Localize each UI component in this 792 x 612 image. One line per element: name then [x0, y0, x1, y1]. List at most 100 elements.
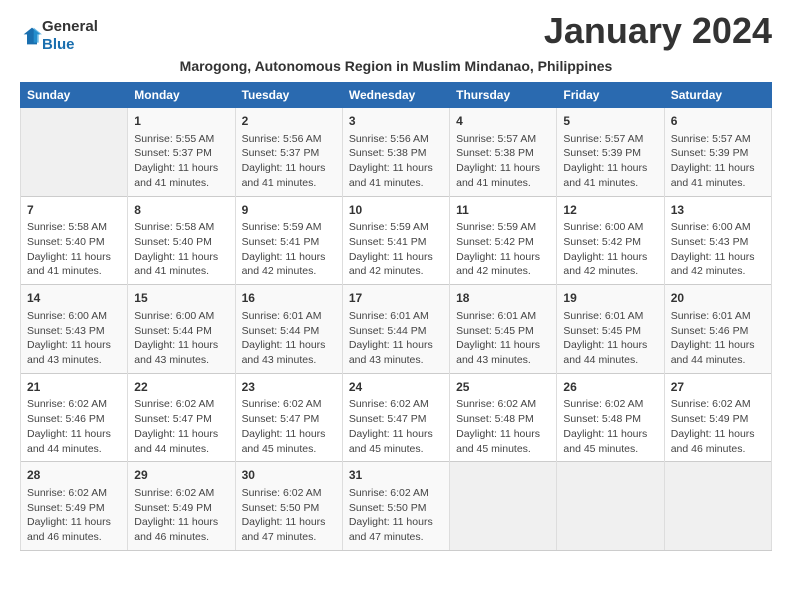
day-number: 9 — [242, 202, 336, 219]
calendar-header-row: SundayMondayTuesdayWednesdayThursdayFrid… — [21, 83, 772, 108]
day-number: 31 — [349, 467, 443, 484]
calendar-cell: 3 Sunrise: 5:56 AMSunset: 5:38 PMDaylight… — [342, 108, 449, 197]
calendar-cell: 12Sunrise: 6:00 AMSunset: 5:42 PMDayligh… — [557, 196, 664, 285]
header-saturday: Saturday — [664, 83, 771, 108]
day-info: Sunrise: 6:02 AMSunset: 5:49 PMDaylight:… — [671, 397, 765, 456]
day-number: 24 — [349, 379, 443, 396]
calendar-cell: 31Sunrise: 6:02 AMSunset: 5:50 PMDayligh… — [342, 462, 449, 551]
day-info: Sunrise: 6:02 AMSunset: 5:47 PMDaylight:… — [134, 397, 228, 456]
calendar-cell: 24Sunrise: 6:02 AMSunset: 5:47 PMDayligh… — [342, 373, 449, 462]
day-info: Sunrise: 5:56 AMSunset: 5:37 PMDaylight:… — [242, 132, 336, 191]
week-row-4: 28 Sunrise: 6:02 AMSunset: 5:49 PMDayligh… — [21, 462, 772, 551]
calendar-body: 1Sunrise: 5:55 AMSunset: 5:37 PMDaylight… — [21, 108, 772, 551]
day-info: Sunrise: 5:58 AMSunset: 5:40 PMDaylight:… — [27, 220, 121, 279]
day-info: Sunrise: 5:58 AMSunset: 5:40 PMDaylight:… — [134, 220, 228, 279]
calendar-cell: 23Sunrise: 6:02 AMSunset: 5:47 PMDayligh… — [235, 373, 342, 462]
calendar-cell: 17Sunrise: 6:01 AMSunset: 5:44 PMDayligh… — [342, 285, 449, 374]
day-number: 6 — [671, 113, 765, 130]
day-number: 11 — [456, 202, 550, 219]
calendar-cell: 10Sunrise: 5:59 AMSunset: 5:41 PMDayligh… — [342, 196, 449, 285]
day-number: 4 — [456, 113, 550, 130]
day-number: 12 — [563, 202, 657, 219]
day-number: 8 — [134, 202, 228, 219]
calendar-cell: 1Sunrise: 5:55 AMSunset: 5:37 PMDaylight… — [128, 108, 235, 197]
day-number: 15 — [134, 290, 228, 307]
day-info: Sunrise: 6:02 AMSunset: 5:46 PMDaylight:… — [27, 397, 121, 456]
day-number: 23 — [242, 379, 336, 396]
calendar-cell: 22Sunrise: 6:02 AMSunset: 5:47 PMDayligh… — [128, 373, 235, 462]
calendar-subtitle: Marogong, Autonomous Region in Muslim Mi… — [20, 58, 772, 74]
header-monday: Monday — [128, 83, 235, 108]
day-number: 20 — [671, 290, 765, 307]
day-info: Sunrise: 6:02 AMSunset: 5:47 PMDaylight:… — [349, 397, 443, 456]
day-number: 5 — [563, 113, 657, 130]
day-number: 13 — [671, 202, 765, 219]
day-info: Sunrise: 5:57 AMSunset: 5:38 PMDaylight:… — [456, 132, 550, 191]
week-row-2: 14 Sunrise: 6:00 AMSunset: 5:43 PMDayligh… — [21, 285, 772, 374]
calendar-cell: 8Sunrise: 5:58 AMSunset: 5:40 PMDaylight… — [128, 196, 235, 285]
day-info: Sunrise: 5:57 AMSunset: 5:39 PMDaylight:… — [563, 132, 657, 191]
calendar-cell: 2 Sunrise: 5:56 AMSunset: 5:37 PMDaylight… — [235, 108, 342, 197]
day-number: 16 — [242, 290, 336, 307]
calendar-cell: 21Sunrise: 6:02 AMSunset: 5:46 PMDayligh… — [21, 373, 128, 462]
day-number: 26 — [563, 379, 657, 396]
calendar-cell: 13Sunrise: 6:00 AMSunset: 5:43 PMDayligh… — [664, 196, 771, 285]
day-number: 29 — [134, 467, 228, 484]
calendar-cell: 29 Sunrise: 6:02 AMSunset: 5:49 PMDayligh… — [128, 462, 235, 551]
calendar-cell: 19Sunrise: 6:01 AMSunset: 5:45 PMDayligh… — [557, 285, 664, 374]
calendar-cell: 11Sunrise: 5:59 AMSunset: 5:42 PMDayligh… — [450, 196, 557, 285]
day-number: 21 — [27, 379, 121, 396]
day-number: 14 — [27, 290, 121, 307]
day-info: Sunrise: 6:02 AMSunset: 5:48 PMDaylight:… — [456, 397, 550, 456]
logo-general-text: General — [42, 18, 98, 35]
day-info: Sunrise: 6:01 AMSunset: 5:46 PMDaylight:… — [671, 309, 765, 368]
calendar-cell: 25Sunrise: 6:02 AMSunset: 5:48 PMDayligh… — [450, 373, 557, 462]
day-number: 22 — [134, 379, 228, 396]
day-info: Sunrise: 6:02 AMSunset: 5:50 PMDaylight:… — [242, 486, 336, 545]
calendar-cell — [450, 462, 557, 551]
calendar-cell: 6 Sunrise: 5:57 AMSunset: 5:39 PMDaylight… — [664, 108, 771, 197]
calendar-cell: 28Sunrise: 6:02 AMSunset: 5:49 PMDayligh… — [21, 462, 128, 551]
calendar-table: SundayMondayTuesdayWednesdayThursdayFrid… — [20, 82, 772, 551]
calendar-cell: 20 Sunrise: 6:01 AMSunset: 5:46 PMDayligh… — [664, 285, 771, 374]
day-number: 19 — [563, 290, 657, 307]
calendar-cell: 15 Sunrise: 6:00 AMSunset: 5:44 PMDayligh… — [128, 285, 235, 374]
header-wednesday: Wednesday — [342, 83, 449, 108]
week-row-0: 1Sunrise: 5:55 AMSunset: 5:37 PMDaylight… — [21, 108, 772, 197]
logo-icon — [22, 26, 42, 46]
calendar-cell — [557, 462, 664, 551]
header-friday: Friday — [557, 83, 664, 108]
day-number: 25 — [456, 379, 550, 396]
day-number: 17 — [349, 290, 443, 307]
week-row-3: 21Sunrise: 6:02 AMSunset: 5:46 PMDayligh… — [21, 373, 772, 462]
calendar-cell — [21, 108, 128, 197]
day-info: Sunrise: 6:02 AMSunset: 5:49 PMDaylight:… — [134, 486, 228, 545]
day-number: 3 — [349, 113, 443, 130]
day-number: 1 — [134, 113, 228, 130]
day-info: Sunrise: 6:00 AMSunset: 5:43 PMDaylight:… — [27, 309, 121, 368]
day-info: Sunrise: 6:00 AMSunset: 5:43 PMDaylight:… — [671, 220, 765, 279]
calendar-cell: 14 Sunrise: 6:00 AMSunset: 5:43 PMDayligh… — [21, 285, 128, 374]
calendar-cell: 7Sunrise: 5:58 AMSunset: 5:40 PMDaylight… — [21, 196, 128, 285]
calendar-cell: 4 Sunrise: 5:57 AMSunset: 5:38 PMDaylight… — [450, 108, 557, 197]
header-tuesday: Tuesday — [235, 83, 342, 108]
day-info: Sunrise: 5:59 AMSunset: 5:42 PMDaylight:… — [456, 220, 550, 279]
day-number: 2 — [242, 113, 336, 130]
day-info: Sunrise: 5:57 AMSunset: 5:39 PMDaylight:… — [671, 132, 765, 191]
day-number: 18 — [456, 290, 550, 307]
day-info: Sunrise: 5:56 AMSunset: 5:38 PMDaylight:… — [349, 132, 443, 191]
day-info: Sunrise: 5:59 AMSunset: 5:41 PMDaylight:… — [242, 220, 336, 279]
calendar-cell: 18Sunrise: 6:01 AMSunset: 5:45 PMDayligh… — [450, 285, 557, 374]
day-info: Sunrise: 6:01 AMSunset: 5:44 PMDaylight:… — [242, 309, 336, 368]
day-info: Sunrise: 6:00 AMSunset: 5:44 PMDaylight:… — [134, 309, 228, 368]
calendar-cell: 26Sunrise: 6:02 AMSunset: 5:48 PMDayligh… — [557, 373, 664, 462]
calendar-cell: 27Sunrise: 6:02 AMSunset: 5:49 PMDayligh… — [664, 373, 771, 462]
calendar-cell: 30Sunrise: 6:02 AMSunset: 5:50 PMDayligh… — [235, 462, 342, 551]
calendar-cell: 5 Sunrise: 5:57 AMSunset: 5:39 PMDaylight… — [557, 108, 664, 197]
calendar-cell — [664, 462, 771, 551]
month-title: January 2024 — [544, 10, 772, 52]
day-number: 28 — [27, 467, 121, 484]
calendar-cell: 9Sunrise: 5:59 AMSunset: 5:41 PMDaylight… — [235, 196, 342, 285]
day-info: Sunrise: 6:02 AMSunset: 5:48 PMDaylight:… — [563, 397, 657, 456]
logo: General Blue — [20, 18, 98, 54]
